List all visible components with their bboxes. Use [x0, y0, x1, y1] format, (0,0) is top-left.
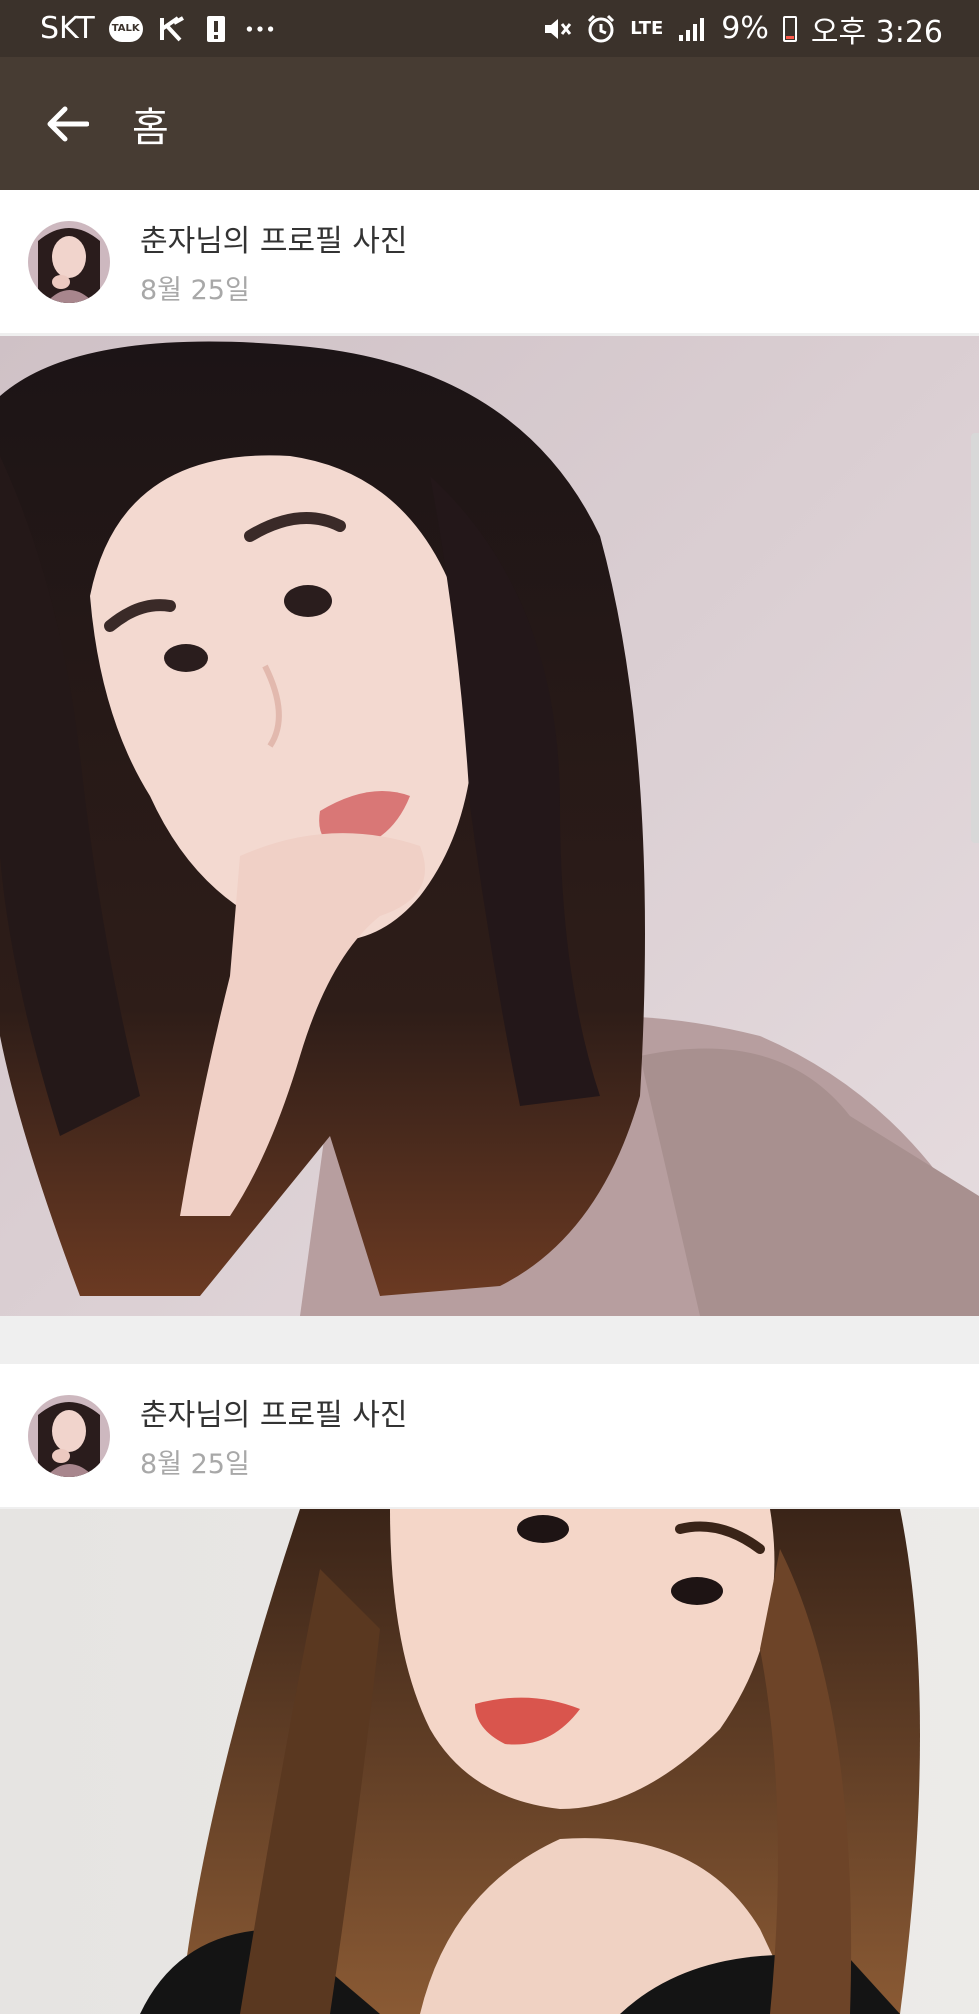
- post-header[interactable]: 춘자님의 프로필 사진 8월 25일: [0, 1364, 979, 1507]
- post-meta: 춘자님의 프로필 사진 8월 25일: [140, 1390, 407, 1481]
- mute-icon: [542, 14, 572, 44]
- k-icon: [157, 14, 187, 44]
- status-bar: SKT TALK LTE 9% 오후 3:26: [0, 0, 979, 57]
- post-date: 8월 25일: [140, 1449, 250, 1480]
- post-title[interactable]: 춘자님의 프로필 사진: [140, 1390, 407, 1434]
- scrollbar[interactable]: [971, 433, 979, 843]
- post-meta: 춘자님의 프로필 사진 8월 25일: [140, 216, 407, 307]
- post-header[interactable]: 춘자님의 프로필 사진 8월 25일: [0, 190, 979, 333]
- page-title: 홈: [132, 104, 169, 151]
- status-right: LTE 9% 오후 3:26: [542, 7, 943, 51]
- clock-time: 오후 3:26: [810, 14, 943, 50]
- profile-photo[interactable]: [0, 1509, 979, 2014]
- back-button[interactable]: [44, 100, 92, 148]
- alert-icon: [201, 14, 231, 44]
- more-icon: [245, 14, 275, 44]
- post-date: 8월 25일: [140, 275, 250, 306]
- alarm-icon: [586, 14, 616, 44]
- signal-icon: [677, 14, 707, 44]
- avatar[interactable]: [28, 1394, 110, 1477]
- arrow-left-icon: [47, 106, 89, 141]
- avatar[interactable]: [28, 220, 110, 303]
- profile-photo[interactable]: [0, 336, 979, 1316]
- battery-percent: 9%: [721, 11, 769, 46]
- post-title[interactable]: 춘자님의 프로필 사진: [140, 216, 407, 260]
- status-left: SKT TALK: [40, 11, 275, 46]
- battery-icon: [782, 15, 797, 42]
- carrier-label: SKT: [40, 11, 95, 46]
- network-label: LTE: [630, 18, 664, 39]
- kakaotalk-icon: TALK: [108, 15, 143, 42]
- profile-photo-feed-screen: SKT TALK LTE 9% 오후 3:26 홈 춘자님의 프로필 사진 8월…: [0, 0, 979, 2014]
- app-bar: 홈: [0, 57, 979, 190]
